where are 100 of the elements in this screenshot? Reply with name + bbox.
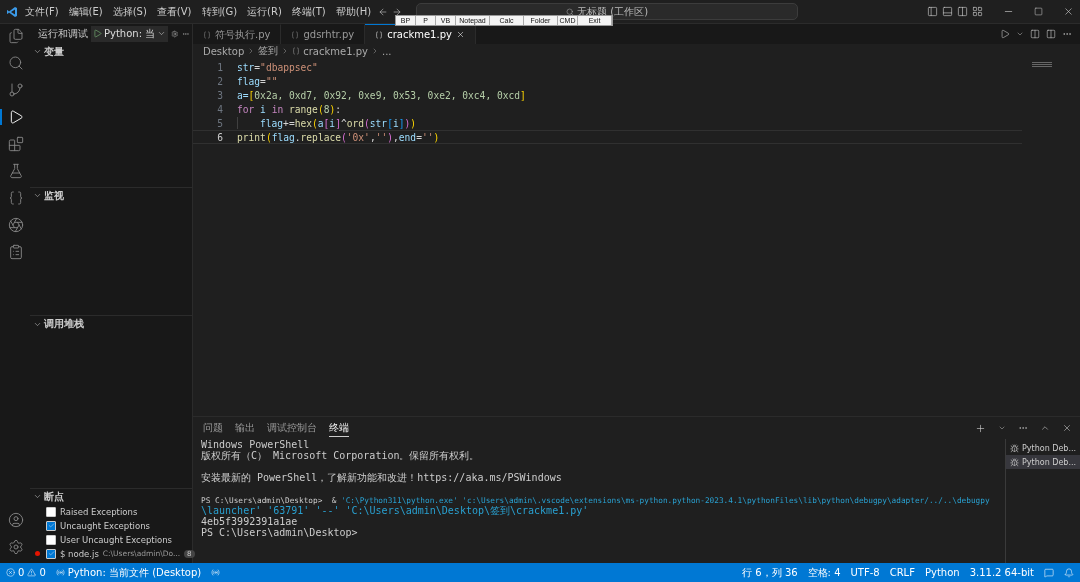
warning-icon (27, 568, 37, 577)
terminal-item[interactable]: Python Deb... (1006, 441, 1080, 455)
panel-tab[interactable]: 输出 (235, 419, 255, 437)
code-line: flag+=hex(a[i]^ord(str[i])) (260, 117, 417, 129)
breakpoint-item[interactable]: Raised Exceptions (30, 504, 192, 519)
code-line: flag="" (237, 75, 278, 87)
settings-icon[interactable] (171, 28, 179, 39)
files-icon[interactable] (8, 28, 24, 44)
minimap (1032, 62, 1052, 68)
sidebar-title: 运行和调试 (38, 26, 88, 41)
close-icon[interactable] (1063, 6, 1074, 17)
play-icon (93, 29, 102, 39)
menu-item[interactable]: 终端(T) (288, 4, 329, 19)
status-item[interactable]: CRLF (889, 567, 915, 578)
search-icon[interactable] (8, 55, 24, 71)
run-debug-icon[interactable] (8, 109, 24, 125)
terminal-line: 版权所有（C） Microsoft Corporation。保留所有权利。 (201, 450, 480, 461)
code-line: print(flag.replace('0x',''),end='') (237, 131, 440, 143)
menu-item[interactable]: 查看(V) (153, 4, 195, 19)
chevron-down-icon[interactable] (1016, 30, 1024, 38)
radio-icon (55, 568, 65, 577)
breadcrumb[interactable]: crackme1.py (303, 45, 368, 57)
checkbox[interactable] (46, 506, 56, 517)
checkbox[interactable] (46, 534, 56, 545)
error-icon (6, 568, 15, 577)
panel-toggle-icon[interactable] (942, 6, 953, 17)
chevron-down-icon[interactable] (998, 424, 1006, 432)
editor-tab[interactable]: crackme1.py (365, 24, 476, 44)
breadcrumb[interactable]: 签到 (258, 44, 279, 58)
search-icon (566, 7, 575, 16)
breakpoint-label: Uncaught Exceptions (60, 520, 150, 531)
menu-item[interactable]: 运行(R) (244, 4, 285, 19)
aperture-icon[interactable] (8, 217, 24, 233)
section-header[interactable]: 监视 (30, 187, 192, 204)
debug-config-status[interactable]: Python: 当前文件 (Desktop) (55, 565, 202, 580)
plus-icon[interactable] (975, 422, 986, 434)
close-icon[interactable] (1062, 423, 1072, 433)
split-editor-icon[interactable] (1046, 29, 1056, 39)
line-number: 6 (216, 131, 223, 143)
menu-item[interactable]: 编辑(E) (65, 4, 106, 19)
section-header[interactable]: 变量 (30, 43, 192, 60)
split-layout-icon[interactable] (957, 6, 968, 17)
chevron-up-icon[interactable] (1040, 423, 1050, 433)
checkbox[interactable] (46, 520, 56, 531)
terminal-line: 安装最新的 PowerShell，了解新功能和改进！https://aka.ms/PSWindows (201, 472, 562, 483)
check-icon (47, 522, 55, 530)
status-item[interactable]: UTF-8 (850, 567, 880, 578)
panel-tab[interactable]: 终端 (329, 419, 349, 437)
branch-icon[interactable] (8, 82, 24, 98)
braces-icon[interactable] (8, 190, 24, 206)
terminal-line: \launcher' '63791' '--' 'C:\Users\admin\Desktop\签到\crackme1.py' (201, 505, 589, 516)
flask-icon[interactable] (8, 163, 24, 179)
menu-item[interactable]: 文件(F) (22, 4, 62, 19)
line-number: 2 (216, 75, 223, 87)
line-number: 1 (216, 61, 223, 73)
status-item[interactable]: 3.11.2 64-bit (969, 567, 1034, 578)
settings-icon[interactable] (8, 539, 24, 555)
launch-config-select[interactable]: Python: 当 (91, 25, 169, 42)
breakpoint-item[interactable]: User Uncaught Exceptions (30, 532, 192, 547)
panel-tab[interactable]: 调试控制台 (267, 419, 317, 437)
line-number: 5 (216, 117, 223, 129)
code-line: for i in range(8): (237, 103, 341, 115)
sidebar-toggle-icon[interactable] (927, 6, 938, 17)
menu-item[interactable]: 转到(G) (198, 4, 241, 19)
breakpoint-label: $ node.js (60, 548, 99, 559)
breakpoint-label: User Uncaught Exceptions (60, 534, 173, 545)
app-logo-icon (6, 5, 18, 18)
bug-icon (1010, 443, 1019, 453)
section-header[interactable]: 调用堆栈 (30, 316, 192, 333)
account-icon[interactable] (8, 512, 24, 528)
checkbox[interactable] (46, 548, 56, 559)
back-icon[interactable] (378, 6, 389, 17)
breakpoint-dot (35, 551, 40, 557)
code-line: a=[0x2a, 0xd7, 0x92, 0xe9, 0x53, 0xe2, 0xc4, 0xcd] (237, 89, 526, 101)
section-header[interactable]: 断点 (30, 488, 192, 505)
status-item[interactable]: 空格: 4 (807, 565, 841, 580)
clipboard-icon[interactable] (8, 244, 24, 260)
extensions-icon[interactable] (8, 136, 24, 152)
compare-icon[interactable] (1030, 29, 1040, 39)
code-line: str="dbappsec" (237, 61, 318, 73)
status-item[interactable]: 行 6，列 36 (742, 565, 798, 580)
panel-tab[interactable]: 问题 (203, 419, 223, 437)
breadcrumb[interactable]: ... (382, 45, 392, 57)
breakpoint-label: Raised Exceptions (60, 506, 138, 517)
problems-status[interactable]: 0 0 (6, 567, 46, 578)
check-icon (47, 550, 55, 558)
menu-item[interactable]: 帮助(H) (332, 4, 375, 19)
forward-icon[interactable] (392, 6, 403, 17)
line-number: 4 (216, 103, 223, 115)
line-number: 3 (216, 89, 223, 101)
run-icon[interactable] (1000, 29, 1010, 39)
close-icon[interactable] (455, 30, 465, 39)
layout-grid-icon[interactable] (972, 6, 983, 17)
breakpoint-item[interactable]: Uncaught Exceptions (30, 518, 192, 533)
breadcrumb[interactable]: Desktop (203, 45, 245, 57)
restore-icon[interactable] (1034, 7, 1043, 16)
terminal-line: Windows PowerShell (201, 439, 310, 450)
menu-item[interactable]: 选择(S) (109, 4, 150, 19)
terminal-item[interactable]: Python Deb... (1006, 455, 1080, 469)
status-item[interactable]: Python (924, 567, 960, 578)
